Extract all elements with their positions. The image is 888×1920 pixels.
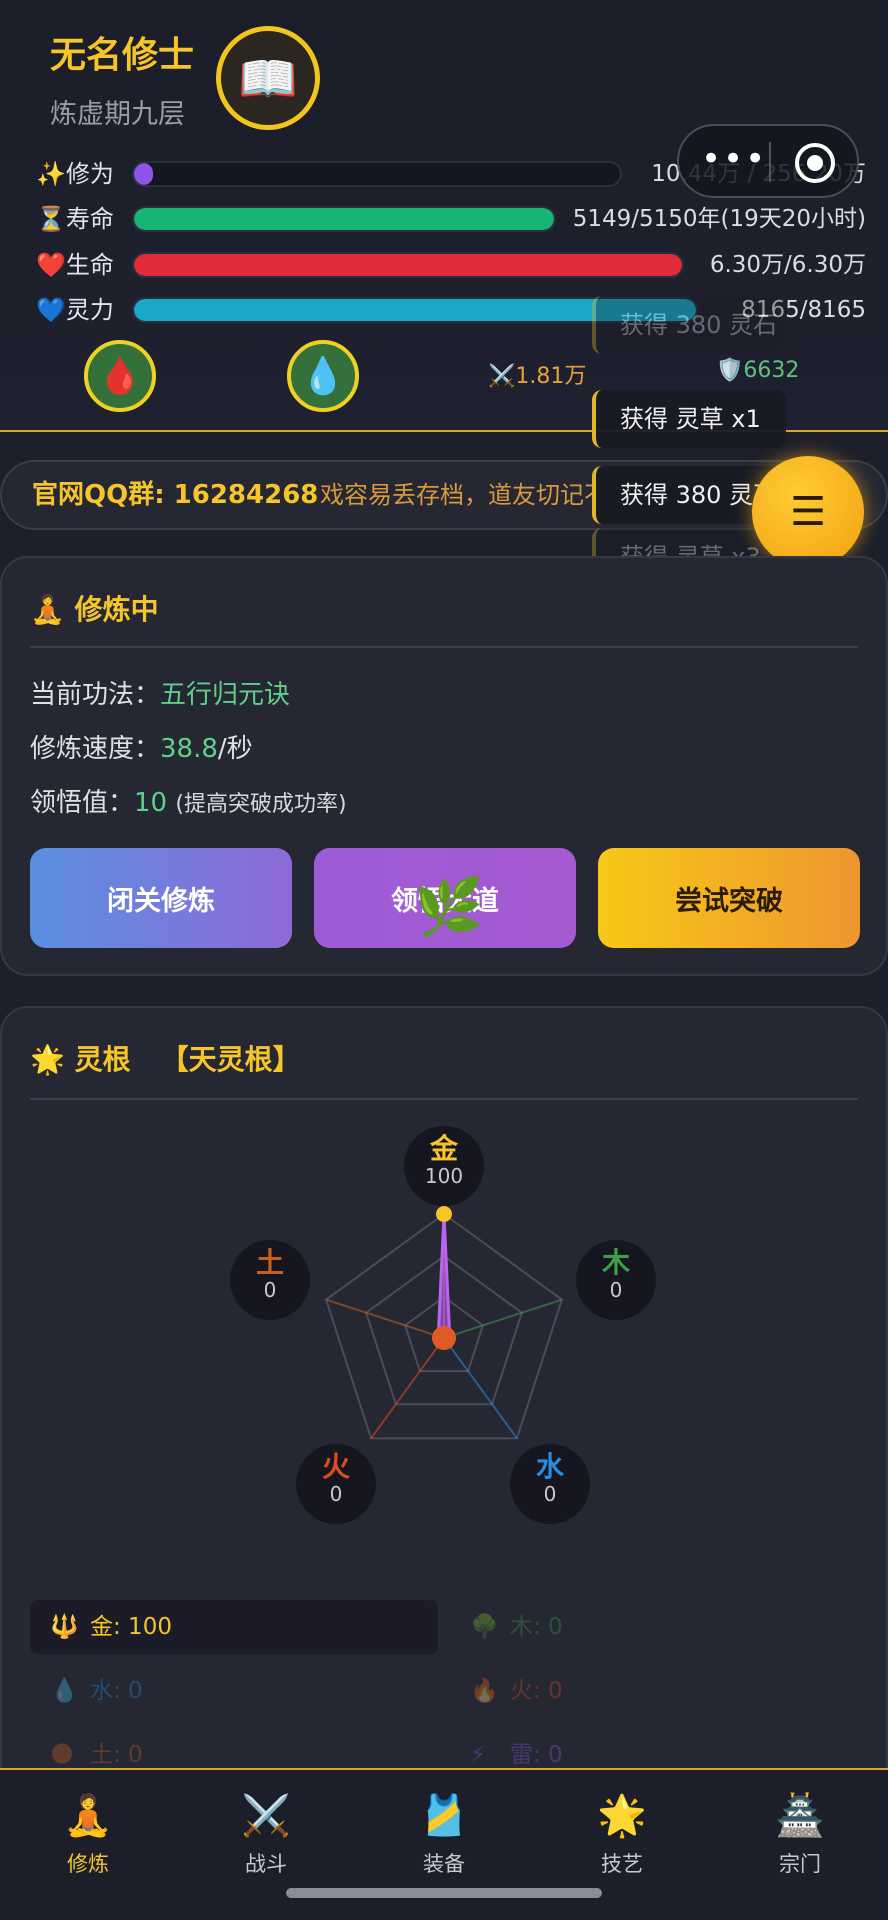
crossed-swords-icon: ⚔️ xyxy=(488,364,516,389)
fire-icon: 🔥 xyxy=(470,1678,499,1704)
trident-icon: 🔱 xyxy=(50,1614,79,1640)
reward-toast: 获得 380 灵石 xyxy=(592,296,786,354)
menu-icon: ☰ xyxy=(790,489,826,535)
star-icon: 🌟 xyxy=(597,1793,647,1839)
water-drop-icon[interactable]: 💧 xyxy=(287,340,359,412)
player-header: 无名修士 炼虚期九层 📖 ✨修为 10.44万 / 256.20万 ⏳寿命 51… xyxy=(0,0,888,432)
attr-water: 💧 水: 0 xyxy=(30,1664,438,1718)
notice-text: 戏容易丢存档，道友切记不 xyxy=(320,481,598,509)
mini-program-capsule: ••• xyxy=(677,124,859,198)
herb-icon: 🌿 xyxy=(414,875,484,940)
insight-note: (提高突破成功率) xyxy=(175,792,347,817)
stat-lifespan: ⏳寿命 5149/5150年(19天20小时) xyxy=(36,202,866,236)
more-icon[interactable]: ••• xyxy=(701,142,767,176)
player-realm: 炼虚期九层 xyxy=(50,99,185,130)
player-name: 无名修士 xyxy=(50,35,195,76)
nav-item-battle[interactable]: ⚔️ 战斗 xyxy=(196,1790,336,1878)
seclusion-button[interactable]: 闭关修炼 xyxy=(30,848,292,948)
speed-unit: /秒 xyxy=(217,734,253,764)
radar-value-area xyxy=(436,1213,452,1345)
attr-wood: 🌳 木: 0 xyxy=(450,1600,858,1654)
spirit-root-title: 🌟 灵根 【天灵根】 xyxy=(30,1043,301,1076)
health-label: ❤️生命 xyxy=(36,251,114,279)
lifespan-value: 5149/5150年(19天20小时) xyxy=(572,206,866,232)
meditation-icon: 🧘 xyxy=(30,593,75,626)
radar-axis xyxy=(443,1298,563,1339)
attr-gold: 🔱 金: 100 xyxy=(30,1600,438,1654)
castle-icon: 🏯 xyxy=(775,1793,825,1839)
nav-item-skills[interactable]: 🌟 技艺 xyxy=(552,1790,692,1878)
method-value[interactable]: 五行归元诀 xyxy=(160,680,290,710)
droplet-icon: 💧 xyxy=(50,1678,79,1704)
element-water: 水0 xyxy=(510,1444,590,1524)
health-value: 6.30万/6.30万 xyxy=(709,252,866,278)
tree-icon: 🌳 xyxy=(470,1614,499,1640)
radar-axis xyxy=(370,1337,445,1439)
close-target-icon[interactable] xyxy=(795,143,835,183)
element-earth: 土0 xyxy=(230,1240,310,1320)
insight-value: 10 xyxy=(134,788,168,818)
element-fire: 火0 xyxy=(296,1444,376,1524)
nav-item-equipment[interactable]: 🎽 装备 xyxy=(374,1790,514,1878)
meditation-icon: 🧘 xyxy=(63,1793,113,1839)
cultivation-bar xyxy=(132,161,622,187)
book-icon[interactable]: 📖 xyxy=(216,26,320,130)
method-line: 当前功法：五行归元诀 xyxy=(30,674,290,711)
capsule-divider xyxy=(769,142,771,182)
lifespan-label: ⏳寿命 xyxy=(36,205,114,233)
crossed-swords-icon: ⚔️ xyxy=(241,1793,291,1839)
speed-label: 修炼速度： xyxy=(30,734,161,764)
menu-button[interactable]: ☰ xyxy=(752,456,864,568)
stat-health: ❤️生命 6.30万/6.30万 xyxy=(36,248,866,282)
radar-axis xyxy=(325,1298,445,1339)
cultivation-bar-fill xyxy=(134,163,154,185)
vest-icon: 🎽 xyxy=(419,1793,469,1839)
speed-value: 38.8 xyxy=(160,734,218,764)
reward-toast: 获得 灵草 x1 xyxy=(592,390,786,448)
star-icon: 🌟 xyxy=(30,1043,75,1076)
health-bar xyxy=(132,252,684,278)
defense-value: 6632 xyxy=(743,358,800,383)
insight-line: 领悟值：10 (提高突破成功率) xyxy=(30,782,347,819)
element-wood: 木0 xyxy=(576,1240,656,1320)
radar-center-dot xyxy=(432,1326,456,1350)
attack-value: 1.81万 xyxy=(515,364,587,389)
lifespan-bar xyxy=(132,206,556,232)
cultivation-label: ✨修为 xyxy=(36,160,114,188)
mana-label: 💙灵力 xyxy=(36,296,114,324)
speed-line: 修炼速度：38.8/秒 xyxy=(30,728,253,765)
defense-stat: 🛡️6632 xyxy=(716,358,799,383)
attr-fire: 🔥 火: 0 xyxy=(450,1664,858,1718)
qq-group-text[interactable]: 官网QQ群: 16284268 xyxy=(32,462,318,528)
insight-label: 领悟值： xyxy=(30,788,135,818)
health-bar-fill xyxy=(134,254,682,276)
home-indicator[interactable] xyxy=(286,1888,602,1898)
radar-axis xyxy=(443,1337,518,1439)
method-label: 当前功法： xyxy=(30,680,161,710)
nav-item-sect[interactable]: 🏯 宗门 xyxy=(730,1790,870,1878)
lifespan-bar-fill xyxy=(134,208,554,230)
breakthrough-button[interactable]: 尝试突破 xyxy=(598,848,860,948)
cultivating-title: 🧘 修炼中 xyxy=(30,593,159,626)
attack-stat: ⚔️1.81万 xyxy=(488,358,586,390)
nav-item-cultivate[interactable]: 🧘 修炼 xyxy=(18,1790,158,1878)
spirit-root-type: 【天灵根】 xyxy=(160,1043,301,1076)
radar-value-point xyxy=(436,1206,452,1222)
panel-divider xyxy=(30,646,858,648)
shield-icon: 🛡️ xyxy=(716,358,744,383)
element-gold: 金 100 xyxy=(404,1126,484,1206)
blood-drop-icon[interactable]: 🩸 xyxy=(84,340,156,412)
